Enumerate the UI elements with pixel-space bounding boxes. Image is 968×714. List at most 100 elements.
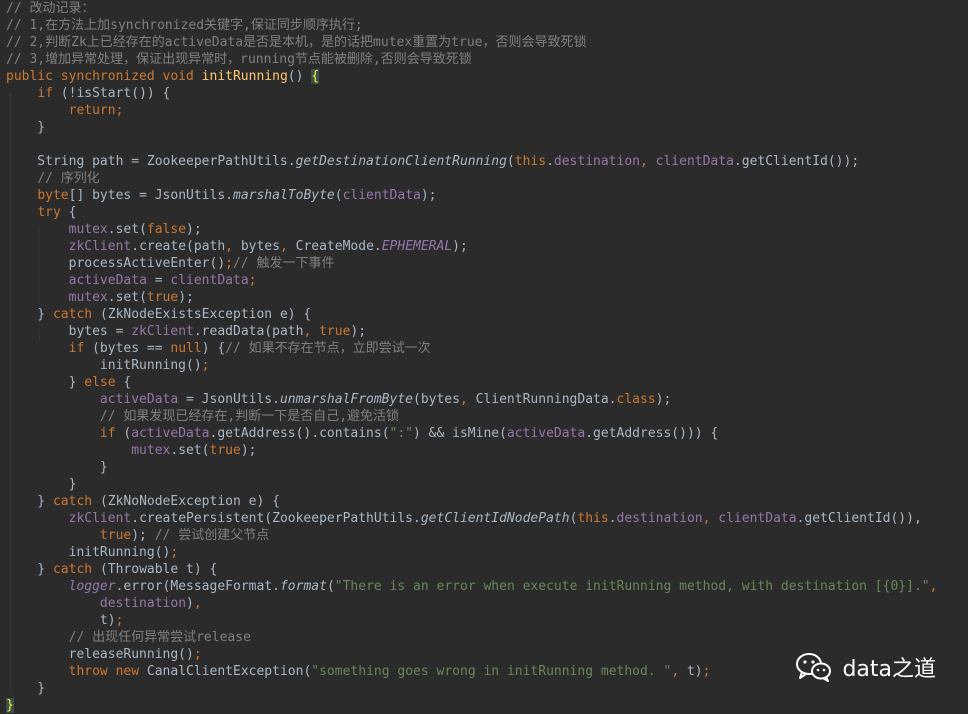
comment-token: // 如果不存在节点，立即尝试一次 — [225, 341, 431, 356]
matched-brace: { — [311, 69, 320, 84]
code-line[interactable]: public synchronized void initRunning() { — [6, 68, 968, 85]
code-line[interactable]: } — [6, 119, 968, 136]
keyword-token: , — [225, 239, 241, 254]
code-line[interactable]: if (!isStart()) { — [6, 85, 968, 102]
code-line[interactable]: if (activeData.getAddress().contains(":"… — [6, 425, 968, 442]
code-line[interactable]: // 出现任何异常尝试release — [6, 629, 968, 646]
code-line[interactable]: } — [6, 459, 968, 476]
keyword-token: , — [279, 239, 296, 254]
field-token: destination — [553, 154, 640, 169]
code-text: } — [6, 120, 46, 135]
keyword-token: if — [68, 341, 93, 356]
code-line[interactable]: bytes = zkClient.readData(path, true); — [6, 323, 968, 340]
static-method-token: unmarshalFromByte — [279, 392, 413, 407]
code-text: . — [546, 154, 554, 169]
keyword-token: true — [209, 443, 241, 458]
string-token: "There is an error when execute initRunn… — [334, 579, 930, 594]
wechat-icon — [794, 650, 834, 684]
code-line[interactable]: mutex.set(true); — [6, 289, 968, 306]
keyword-token: catch — [52, 562, 100, 577]
code-text: = — [154, 273, 171, 288]
code-line[interactable]: logger.error(MessageFormat.format("There… — [6, 578, 968, 595]
code-text: (ZkNoNodeException e) { — [99, 494, 280, 509]
code-line[interactable]: activeData = clientData; — [6, 272, 968, 289]
field-token: activeData — [131, 426, 210, 441]
code-line[interactable]: processActiveEnter();// 触发一下事件 — [6, 255, 968, 272]
keyword-token: ; — [225, 256, 233, 271]
field-token: mutex — [68, 222, 108, 237]
code-line[interactable]: // 2,判断Zk上已经存在的activeData是否是本机，是的话把mutex… — [6, 34, 968, 51]
code-editor[interactable]: // 改动记录： // 1,在方法上加synchronized关键字,保证同步顺序… — [0, 0, 968, 714]
code-line[interactable] — [6, 136, 968, 153]
keyword-token: this — [514, 154, 547, 169]
code-text: .error(MessageFormat. — [115, 579, 280, 594]
code-line[interactable]: // 如果发现已经存在,判断一下是否自己,避免活锁 — [6, 408, 968, 425]
code-line[interactable]: t); — [6, 612, 968, 629]
keyword-token: , — [459, 392, 476, 407]
code-text: .set( — [170, 443, 210, 458]
code-text: .set( — [107, 222, 147, 237]
code-text: () — [287, 69, 312, 84]
code-text: initRunning() — [6, 358, 202, 373]
keyword-token: false — [146, 222, 187, 237]
field-token: activeData — [506, 426, 586, 441]
code-text: t) — [6, 613, 116, 628]
code-line[interactable]: // 改动记录： — [6, 0, 968, 17]
code-line[interactable]: mutex.set(true); — [6, 442, 968, 459]
code-line[interactable]: // 1,在方法上加synchronized关键字,保证同步顺序执行; — [6, 17, 968, 34]
keyword-token: else — [84, 375, 124, 390]
code-line[interactable]: } catch (ZkNoNodeException e) { — [6, 493, 968, 510]
code-text: ); — [420, 188, 437, 203]
code-line[interactable]: mutex.set(false); — [6, 221, 968, 238]
field-token: zkClient — [131, 324, 194, 339]
static-method-token: getDestinationClientRunning — [295, 154, 507, 169]
code-text: .getClientId()); — [733, 154, 860, 169]
field-token: clientData — [170, 273, 249, 288]
keyword-token: , — [193, 596, 202, 611]
string-token: ":" — [389, 426, 414, 441]
code-text: ); — [178, 290, 194, 305]
code-text: .set( — [107, 290, 147, 305]
code-area[interactable]: // 改动记录： // 1,在方法上加synchronized关键字,保证同步顺序… — [6, 0, 968, 714]
method-name-token: initRunning — [201, 69, 288, 84]
code-line[interactable]: zkClient.createPersistent(ZookeeperPathU… — [6, 510, 968, 527]
static-field-token: EPHEMERAL — [381, 239, 453, 254]
watermark-text: data之道 — [842, 657, 936, 682]
code-line[interactable]: true); // 尝试创建父节点 — [6, 527, 968, 544]
code-line[interactable]: } — [6, 476, 968, 493]
static-field-token: logger — [68, 579, 116, 594]
code-text: . — [608, 511, 617, 526]
code-line[interactable]: byte[] bytes = JsonUtils.marshalToByte(c… — [6, 187, 968, 204]
code-line[interactable]: } — [6, 697, 968, 714]
code-text: (ZkNodeExistsException e) { — [99, 307, 312, 322]
code-line[interactable]: } else { — [6, 374, 968, 391]
code-text: } — [6, 375, 85, 390]
code-line[interactable]: activeData = JsonUtils.unmarshalFromByte… — [6, 391, 968, 408]
code-text: t) — [686, 664, 703, 679]
code-line[interactable]: if (bytes == null) {// 如果不存在节点，立即尝试一次 — [6, 340, 968, 357]
code-line[interactable]: initRunning(); — [6, 357, 968, 374]
field-token: activeData — [68, 273, 155, 288]
code-line[interactable]: return; — [6, 102, 968, 119]
code-line[interactable]: } catch (ZkNodeExistsException e) { — [6, 306, 968, 323]
code-line[interactable]: // 3,增加异常处理，保证出现异常时，running节点能被删除,否则会导致死… — [6, 51, 968, 68]
code-text: { — [123, 375, 132, 390]
code-line[interactable]: initRunning(); — [6, 544, 968, 561]
code-line[interactable]: zkClient.create(path, bytes, CreateMode.… — [6, 238, 968, 255]
code-line[interactable]: destination), — [6, 595, 968, 612]
keyword-token: this — [577, 511, 609, 526]
keyword-token: , — [639, 154, 656, 169]
code-text: ( — [326, 579, 335, 594]
code-line[interactable]: try { — [6, 204, 968, 221]
code-line[interactable]: String path = ZookeeperPathUtils.getDest… — [6, 153, 968, 170]
code-line[interactable]: // 序列化 — [6, 170, 968, 187]
keyword-token: public synchronized void — [6, 69, 202, 84]
code-line[interactable]: } catch (Throwable t) { — [6, 561, 968, 578]
code-text: ) { — [201, 341, 226, 356]
code-text: initRunning() — [6, 545, 171, 560]
